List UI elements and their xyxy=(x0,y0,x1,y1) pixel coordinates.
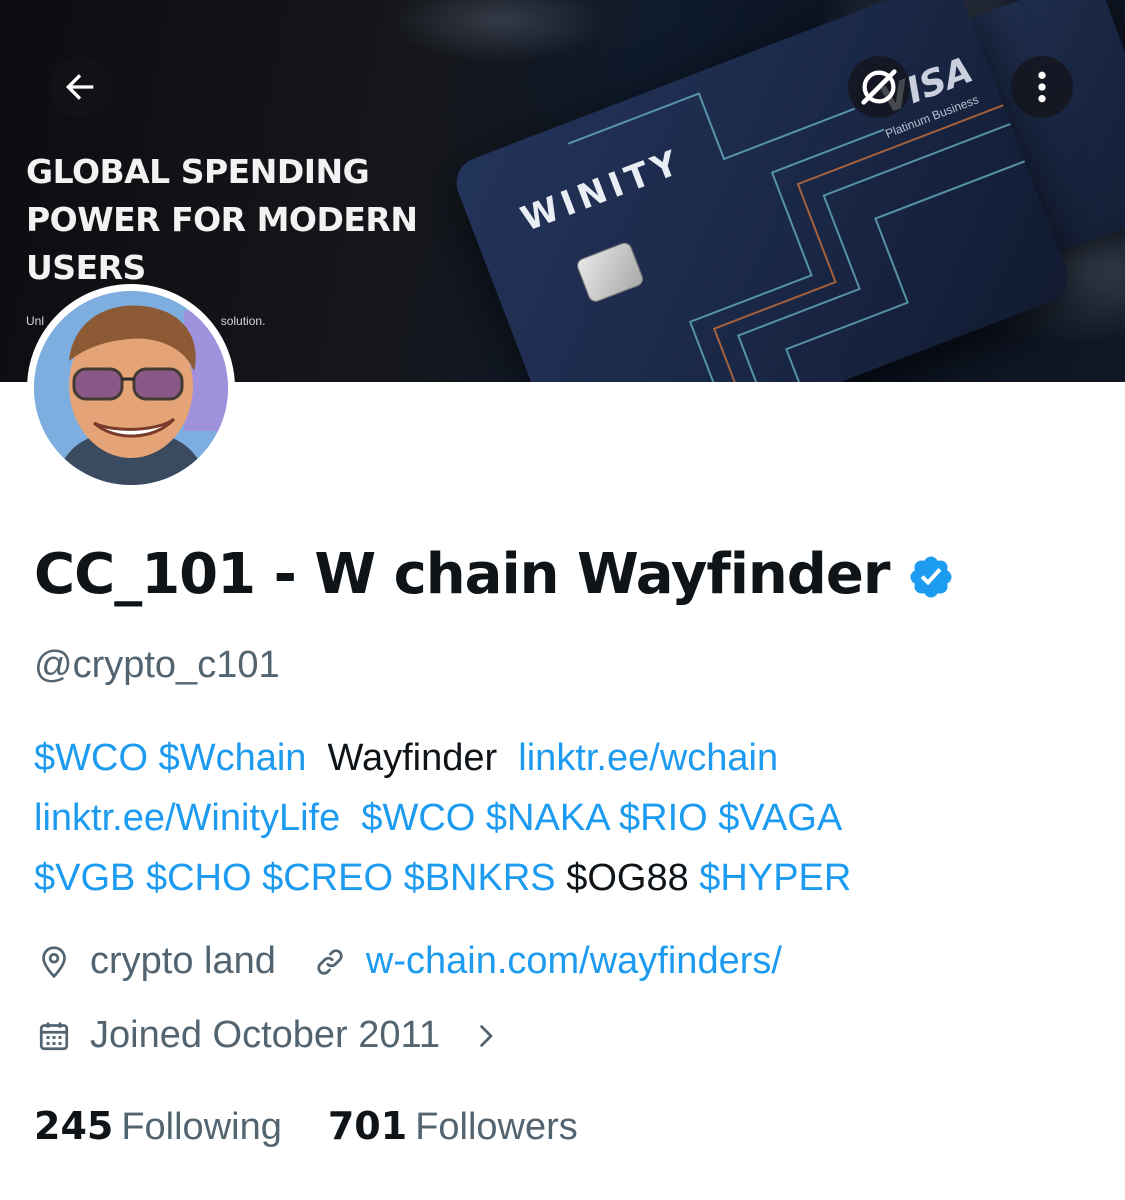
bio-text xyxy=(135,857,146,899)
bio-cashtag-link[interactable]: $HYPER xyxy=(699,857,851,899)
bio-line: linktr.ee/WinityLife $WCO $NAKA $RIO $VA… xyxy=(34,788,1094,848)
profile-bio: $WCO $Wchain Wayfinder linktr.ee/wchain … xyxy=(34,728,1094,908)
bio-text xyxy=(608,797,619,839)
bio-cashtag-link[interactable]: $RIO xyxy=(619,797,708,839)
bio-line: $WCO $Wchain Wayfinder linktr.ee/wchain xyxy=(34,728,1094,788)
grok-button[interactable] xyxy=(848,56,910,118)
bio-cashtag-link[interactable]: $CREO xyxy=(262,857,393,899)
more-vertical-icon xyxy=(1038,71,1046,103)
chevron-right-icon xyxy=(466,1016,506,1056)
bio-cashtag-link[interactable]: $WCO xyxy=(34,737,148,779)
bio-text xyxy=(708,797,719,839)
profile-avatar[interactable] xyxy=(27,284,235,492)
profile-stats: 245 Following 701 Followers xyxy=(34,1104,578,1149)
bio-text: $OG88 xyxy=(555,857,700,899)
location-pin-icon xyxy=(34,942,74,982)
bio-text xyxy=(393,857,404,899)
bio-cashtag-link[interactable]: $NAKA xyxy=(486,797,609,839)
bio-cashtag-link[interactable]: $WCO xyxy=(361,797,475,839)
calendar-icon xyxy=(34,1016,74,1056)
banner-headline: GLOBAL SPENDING POWER FOR MODERN USERS xyxy=(26,148,506,292)
profile-name-row: CC_101 - W chain Wayfinder xyxy=(34,540,955,610)
bio-cashtag-link[interactable]: $VAGA xyxy=(718,797,842,839)
banner-headline-line: POWER FOR MODERN xyxy=(26,200,418,239)
bio-url-link[interactable]: linktr.ee/wchain xyxy=(518,737,778,779)
avatar-image xyxy=(34,291,228,485)
profile-joined-date: Joined October 2011 xyxy=(90,1014,440,1056)
profile-website-link[interactable]: w-chain.com/wayfinders/ xyxy=(366,940,782,983)
bio-text: Wayfinder xyxy=(306,737,519,779)
link-icon xyxy=(310,942,350,982)
banner-subline-start: Unl xyxy=(26,314,45,328)
bio-line: $VGB $CHO $CREO $BNKRS $OG88 $HYPER xyxy=(34,848,1094,908)
bio-cashtag-link[interactable]: $BNKRS xyxy=(404,857,556,899)
banner-subline-end: solution. xyxy=(220,314,266,328)
banner-headline-line: GLOBAL SPENDING xyxy=(26,152,370,191)
more-button[interactable] xyxy=(1011,56,1073,118)
bio-cashtag-link[interactable]: $VGB xyxy=(34,857,135,899)
following-stat[interactable]: 245 Following xyxy=(34,1104,282,1149)
bio-text xyxy=(340,797,361,839)
followers-stat[interactable]: 701 Followers xyxy=(328,1104,578,1149)
bio-text xyxy=(252,857,263,899)
bio-cashtag-link[interactable]: $CHO xyxy=(146,857,252,899)
display-name: CC_101 - W chain Wayfinder xyxy=(34,542,890,607)
bio-cashtag-link[interactable]: $Wchain xyxy=(159,737,307,779)
verified-badge-icon xyxy=(910,556,952,598)
followers-label: Followers xyxy=(415,1106,578,1148)
bio-url-link[interactable]: linktr.ee/WinityLife xyxy=(34,797,340,839)
profile-location: crypto land xyxy=(90,940,276,982)
arrow-left-icon xyxy=(66,74,94,100)
following-label: Following xyxy=(121,1106,282,1148)
profile-handle: @crypto_c101 xyxy=(34,644,280,686)
avatar-cartoon-face xyxy=(34,291,228,485)
bio-text xyxy=(475,797,486,839)
back-button[interactable] xyxy=(49,56,111,118)
following-count: 245 xyxy=(34,1104,114,1148)
profile-meta-joined[interactable]: Joined October 2011 xyxy=(34,1014,522,1057)
verified-badge[interactable] xyxy=(907,553,955,601)
banner-headline-line: USERS xyxy=(26,248,146,287)
followers-count: 701 xyxy=(327,1104,408,1148)
bio-text xyxy=(148,737,159,779)
profile-meta-location-website: crypto land w-chain.com/wayfinders/ xyxy=(34,940,782,983)
grok-slash-icon xyxy=(861,69,897,105)
